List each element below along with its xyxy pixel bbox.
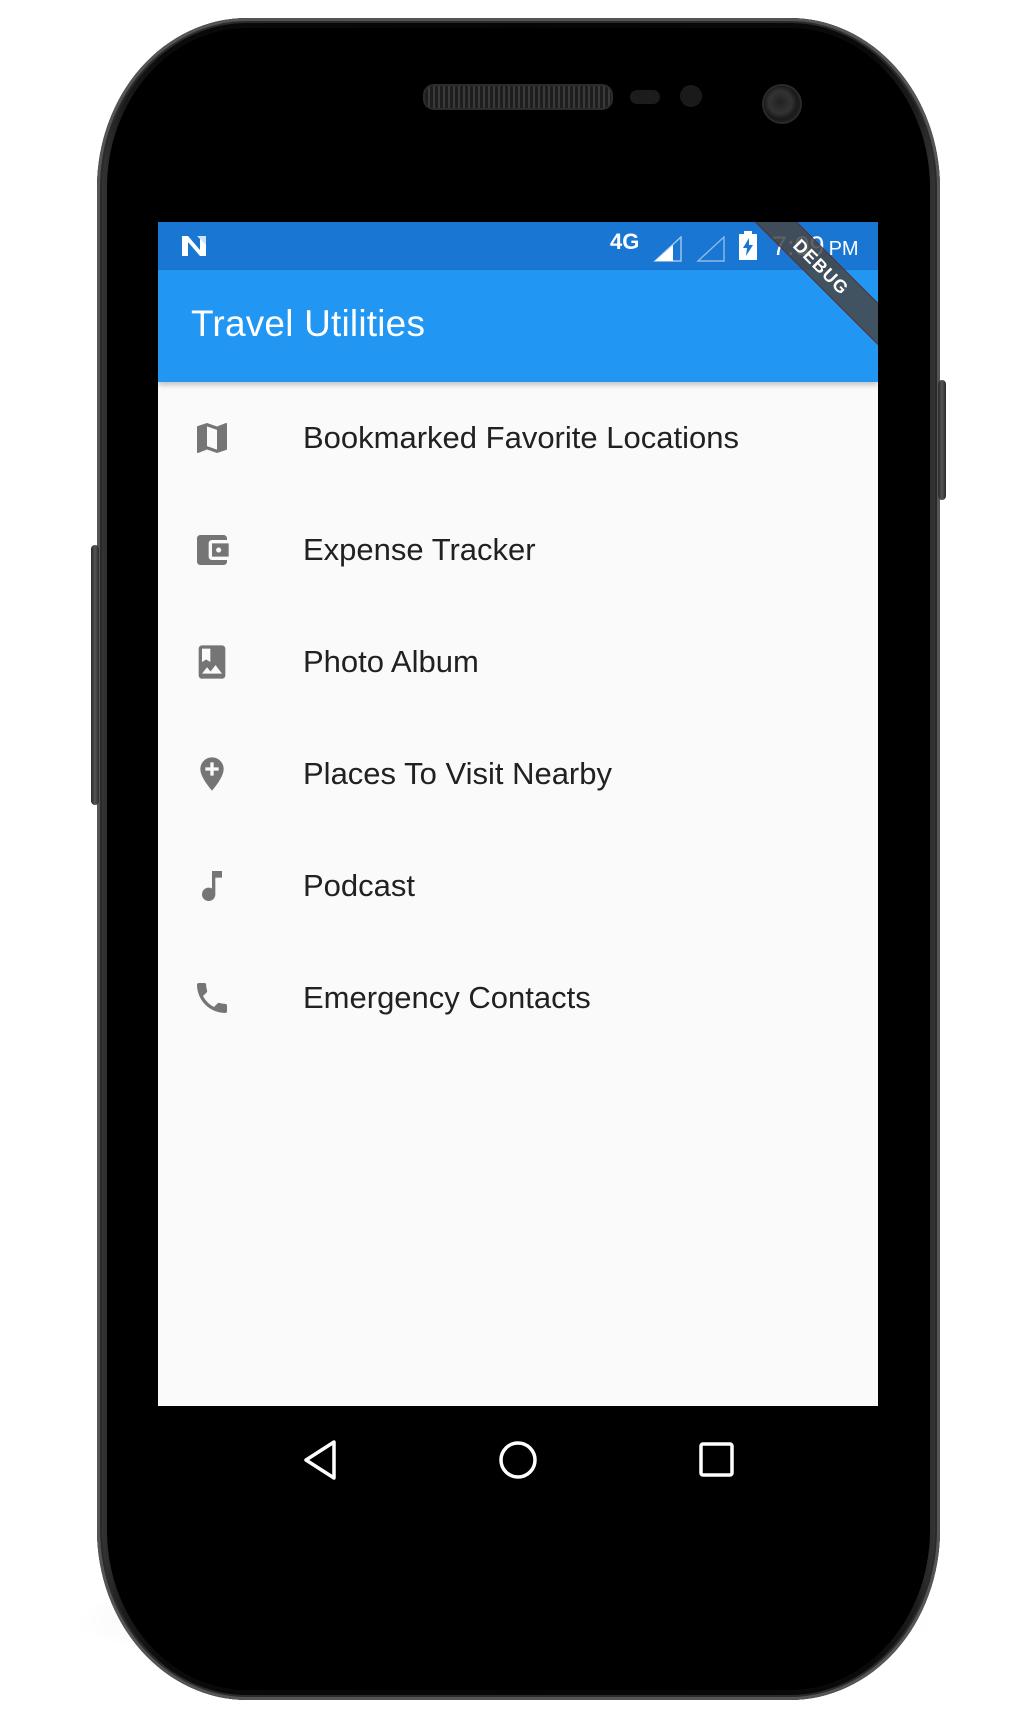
notification-n-icon bbox=[182, 236, 206, 256]
list-item-bookmarked-locations[interactable]: Bookmarked Favorite Locations bbox=[158, 382, 878, 494]
volume-button bbox=[91, 545, 99, 805]
screen: 4G 7:09PM DEBUG Travel Utilities Bookmar… bbox=[158, 222, 878, 1406]
front-camera bbox=[764, 86, 800, 122]
list-item-label: Emergency Contacts bbox=[303, 980, 591, 1015]
map-icon bbox=[197, 423, 227, 453]
app-bar: Travel Utilities bbox=[158, 270, 878, 382]
utilities-list: Bookmarked Favorite Locations Expense Tr… bbox=[158, 382, 878, 1054]
wallet-icon bbox=[197, 535, 229, 565]
list-item-photo-album[interactable]: Photo Album bbox=[158, 606, 878, 718]
list-item-label: Podcast bbox=[303, 868, 416, 903]
list-item-label: Photo Album bbox=[303, 644, 479, 679]
proximity-sensor bbox=[630, 90, 660, 104]
light-sensor bbox=[680, 85, 702, 107]
back-icon[interactable] bbox=[300, 1438, 340, 1482]
add-location-icon bbox=[200, 757, 224, 791]
earpiece-speaker bbox=[423, 84, 613, 110]
power-button bbox=[938, 380, 946, 500]
battery-charging-icon bbox=[739, 231, 757, 260]
recents-icon[interactable] bbox=[698, 1441, 736, 1479]
list-item-places-to-visit[interactable]: Places To Visit Nearby bbox=[158, 718, 878, 830]
list-item-label: Bookmarked Favorite Locations bbox=[303, 420, 739, 455]
photo-album-icon bbox=[198, 645, 226, 679]
signal-icon bbox=[653, 236, 682, 262]
music-note-icon bbox=[202, 871, 222, 901]
list-item-podcast[interactable]: Podcast bbox=[158, 830, 878, 942]
list-item-expense-tracker[interactable]: Expense Tracker bbox=[158, 494, 878, 606]
page-title: Travel Utilities bbox=[191, 303, 426, 344]
network-type: 4G bbox=[610, 229, 640, 254]
signal-empty-icon bbox=[696, 236, 725, 262]
list-item-label: Expense Tracker bbox=[303, 532, 536, 567]
list-item-emergency-contacts[interactable]: Emergency Contacts bbox=[158, 942, 878, 1054]
home-icon[interactable] bbox=[496, 1438, 540, 1482]
list-item-label: Places To Visit Nearby bbox=[303, 756, 613, 791]
phone-icon bbox=[197, 983, 227, 1013]
clock-ampm: PM bbox=[828, 238, 859, 260]
